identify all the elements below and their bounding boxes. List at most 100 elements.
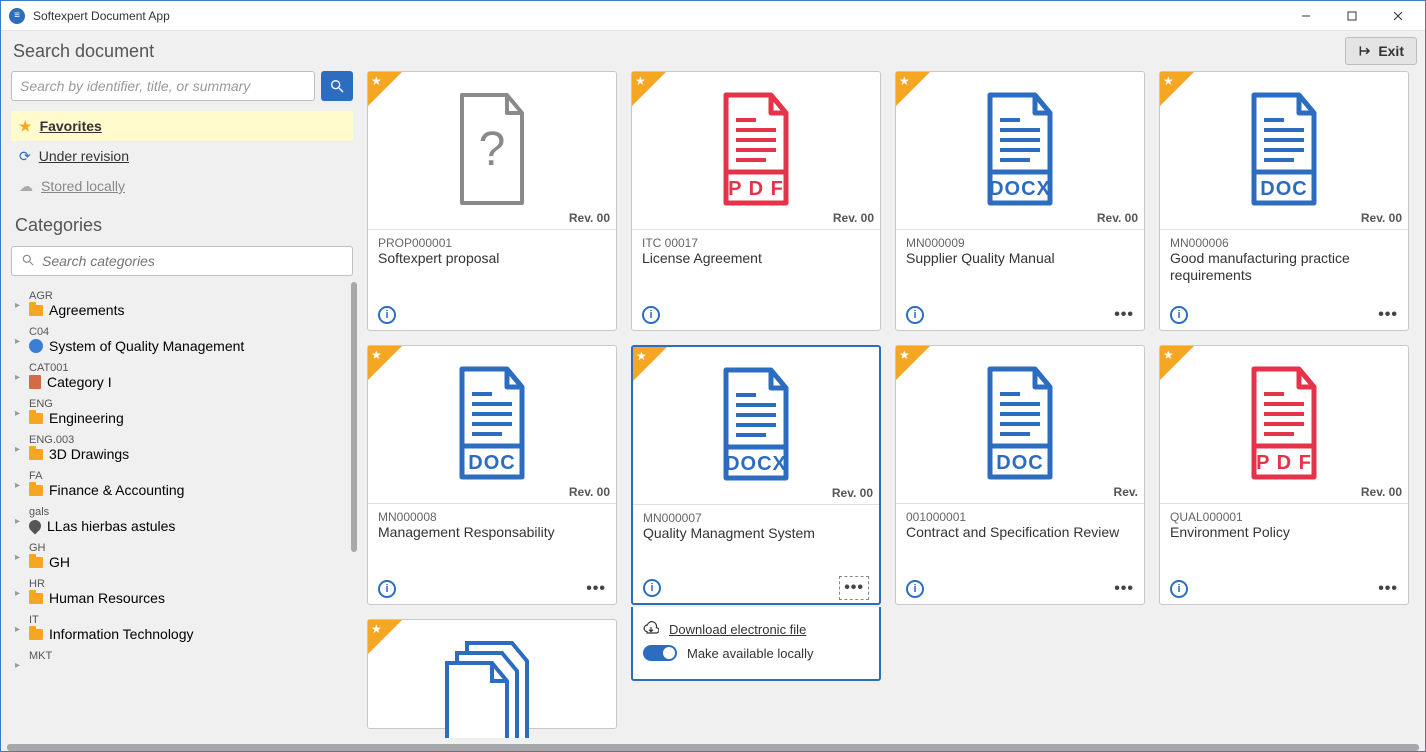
window-title: Softexpert Document App — [33, 9, 170, 23]
card-preview: ★DOCRev. — [896, 346, 1144, 504]
more-menu-button[interactable]: ••• — [839, 576, 869, 600]
info-icon[interactable]: i — [1170, 306, 1188, 324]
expand-icon[interactable]: ▸ — [15, 372, 20, 383]
document-card[interactable]: ★P D FRev. 00QUAL000001Environment Polic… — [1159, 345, 1409, 605]
minimize-button[interactable] — [1283, 1, 1329, 31]
make-local-row[interactable]: Make available locally — [643, 641, 869, 665]
info-icon[interactable]: i — [378, 580, 396, 598]
category-name: LLas hierbas astules — [47, 518, 175, 534]
card-body: PROP000001Softexpert proposal — [368, 230, 616, 273]
category-item[interactable]: ▸C04System of Quality Management — [11, 322, 357, 358]
category-item[interactable]: ▸CAT001Category I — [11, 358, 357, 394]
download-row[interactable]: Download electronic file — [643, 617, 869, 641]
document-card[interactable]: ★DOCXRev. 00MN000009Supplier Quality Man… — [895, 71, 1145, 331]
category-code: ENG.003 — [29, 434, 349, 446]
doc-search-button[interactable] — [321, 71, 353, 101]
folder-icon — [29, 593, 43, 604]
categories-heading: Categories — [7, 211, 357, 240]
info-icon[interactable]: i — [906, 580, 924, 598]
card-body: MN000007Quality Managment System — [633, 505, 879, 548]
card-preview: ★?Rev. 00 — [368, 72, 616, 230]
document-title: Supplier Quality Manual — [906, 250, 1134, 267]
info-icon[interactable]: i — [642, 306, 660, 324]
info-icon[interactable]: i — [378, 306, 396, 324]
card-footer: i ••• — [368, 572, 616, 604]
category-search-input[interactable] — [11, 246, 353, 276]
expand-icon[interactable]: ▸ — [15, 480, 20, 491]
star-icon: ★ — [19, 118, 32, 135]
card-footer: i ••• — [896, 572, 1144, 604]
document-card[interactable]: ★DOCRev.001000001Contract and Specificat… — [895, 345, 1145, 605]
filter-stored-locally[interactable]: ☁ Stored locally — [11, 171, 353, 201]
category-name: Agreements — [49, 302, 124, 318]
bottom-scrollbar[interactable] — [7, 744, 1419, 751]
filter-favorites[interactable]: ★ Favorites — [11, 111, 353, 141]
category-tree[interactable]: ▸AGRAgreements▸C04System of Quality Mana… — [7, 282, 357, 738]
cloud-off-icon: ☁ — [19, 178, 33, 195]
document-code: MN000009 — [906, 236, 1134, 250]
info-icon[interactable]: i — [906, 306, 924, 324]
expand-icon[interactable]: ▸ — [15, 300, 20, 311]
doc-search-input[interactable] — [11, 71, 315, 101]
expand-icon[interactable]: ▸ — [15, 516, 20, 527]
document-card[interactable]: ★ — [367, 619, 617, 729]
category-item[interactable]: ▸ENG.0033D Drawings — [11, 430, 357, 466]
revision-label: Rev. 00 — [1361, 485, 1402, 499]
category-item[interactable]: ▸ITInformation Technology — [11, 610, 357, 646]
more-menu-button[interactable]: ••• — [1378, 580, 1398, 598]
svg-text:P D F: P D F — [728, 178, 784, 200]
card-footer: i — [368, 298, 616, 330]
make-local-label: Make available locally — [687, 646, 813, 661]
globe-icon — [29, 339, 43, 353]
card-preview: ★DOCXRev. 00 — [633, 347, 879, 505]
category-code: gals — [29, 506, 349, 518]
document-title: Contract and Specification Review — [906, 524, 1134, 541]
svg-text:P D F: P D F — [1256, 452, 1312, 474]
category-item[interactable]: ▸ galsLLas hierbas astules — [11, 502, 357, 538]
category-item[interactable]: ▸AGRAgreements — [11, 286, 357, 322]
document-card[interactable]: ★?Rev. 00PROP000001Softexpert proposal i — [367, 71, 617, 331]
star-icon: ★ — [1163, 74, 1174, 88]
revision-label: Rev. 00 — [1097, 211, 1138, 225]
expand-icon[interactable]: ▸ — [15, 552, 20, 563]
expand-icon[interactable]: ▸ — [15, 408, 20, 419]
category-item[interactable]: ▸GHGH — [11, 538, 357, 574]
category-name: Category I — [47, 374, 112, 390]
expand-icon[interactable]: ▸ — [15, 660, 20, 671]
category-item[interactable]: ▸MKT — [11, 646, 357, 666]
more-menu-button[interactable]: ••• — [1114, 580, 1134, 598]
close-button[interactable] — [1375, 1, 1421, 31]
document-code: MN000008 — [378, 510, 606, 524]
card-body: ITC 00017License Agreement — [632, 230, 880, 273]
info-icon[interactable]: i — [643, 579, 661, 597]
category-item[interactable]: ▸HRHuman Resources — [11, 574, 357, 610]
download-label: Download electronic file — [669, 622, 806, 637]
filter-list: ★ Favorites ⟳ Under revision ☁ Stored lo… — [7, 107, 357, 205]
expand-icon[interactable]: ▸ — [15, 588, 20, 599]
filter-under-revision[interactable]: ⟳ Under revision — [11, 141, 353, 171]
maximize-button[interactable] — [1329, 1, 1375, 31]
revision-label: Rev. — [1114, 485, 1138, 499]
document-card[interactable]: ★P D FRev. 00ITC 00017License Agreementi — [631, 71, 881, 331]
document-title: Management Responsability — [378, 524, 606, 541]
toggle-switch[interactable] — [643, 645, 677, 661]
category-item[interactable]: ▸FAFinance & Accounting — [11, 466, 357, 502]
more-menu-button[interactable]: ••• — [1378, 306, 1398, 324]
more-menu-button[interactable]: ••• — [586, 580, 606, 598]
droplet-icon — [27, 518, 44, 535]
more-menu-button[interactable]: ••• — [1114, 306, 1134, 324]
expand-icon[interactable]: ▸ — [15, 624, 20, 635]
search-heading: Search document — [13, 41, 154, 62]
expand-icon[interactable]: ▸ — [15, 444, 20, 455]
svg-text:DOC: DOC — [468, 452, 515, 474]
expand-icon[interactable]: ▸ — [15, 336, 20, 347]
category-item[interactable]: ▸ENGEngineering — [11, 394, 357, 430]
document-card[interactable]: ★DOCRev. 00MN000008Management Responsabi… — [367, 345, 617, 605]
document-card[interactable]: ★DOCXRev. 00MN000007Quality Managment Sy… — [631, 345, 881, 605]
info-icon[interactable]: i — [1170, 580, 1188, 598]
window-controls — [1283, 1, 1421, 31]
card-footer: i ••• — [1160, 298, 1408, 330]
document-card[interactable]: ★DOCRev. 00MN000006Good manufacturing pr… — [1159, 71, 1409, 331]
category-name: Engineering — [49, 410, 124, 426]
exit-button[interactable]: Exit — [1345, 37, 1417, 65]
